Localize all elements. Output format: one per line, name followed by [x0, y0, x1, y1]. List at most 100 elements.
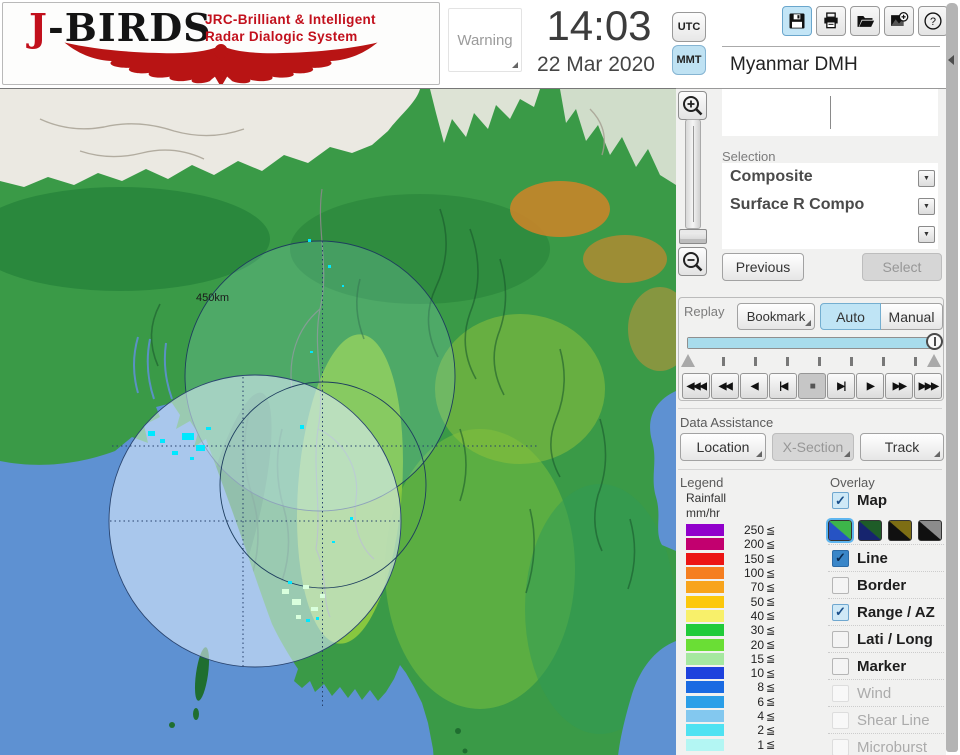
- legend-swatch: [686, 538, 724, 551]
- manual-button[interactable]: Manual: [880, 303, 943, 330]
- replay-slider-handle[interactable]: [926, 333, 943, 350]
- product-text-box[interactable]: [722, 89, 938, 136]
- svg-text:?: ?: [930, 16, 936, 28]
- timeline-tick: [722, 357, 725, 366]
- legend-row: 15 ≦: [686, 652, 806, 666]
- chevron-down-icon[interactable]: ▼: [918, 170, 935, 187]
- save-icon: [789, 13, 805, 29]
- legend-swatch: [686, 609, 724, 622]
- legend-label: Legend: [680, 475, 724, 490]
- step-back-button[interactable]: |◀: [769, 373, 797, 399]
- station-name: Myanmar DMH: [730, 54, 858, 75]
- x-section-button[interactable]: X-Section: [772, 433, 854, 461]
- map-style-black-gray[interactable]: [918, 519, 942, 541]
- print-icon: [824, 12, 838, 29]
- header: J-BIRDS JRC-Brilliant & Intelligent Rada…: [0, 0, 960, 88]
- add-image-icon: [891, 12, 909, 26]
- chevron-down-icon[interactable]: ▼: [918, 198, 935, 215]
- legend-row: 6 ≦: [686, 695, 806, 709]
- bookmark-button[interactable]: Bookmark: [737, 303, 815, 330]
- checkbox-border[interactable]: [832, 576, 849, 594]
- panel-collapse-strip[interactable]: [946, 3, 958, 752]
- clock-time: 14:03: [546, 2, 652, 49]
- dropdown-surface-r-compo[interactable]: Surface R Compo ▼: [722, 193, 938, 221]
- divider: [678, 408, 942, 409]
- legend-row: 20 ≦: [686, 637, 806, 652]
- legend-row: 2 ≦: [686, 723, 806, 737]
- fast-rewind-button[interactable]: ◀◀: [711, 373, 739, 399]
- legend-swatch: [686, 652, 724, 665]
- jump-end-button[interactable]: ▶▶▶: [914, 373, 942, 399]
- text-caret: [830, 96, 831, 129]
- play-reverse-button[interactable]: ◀: [740, 373, 768, 399]
- map-style-green-blue[interactable]: [826, 517, 854, 543]
- overlay-item-lati-long[interactable]: Lati / Long: [828, 625, 944, 652]
- legend-row: 150 ≦: [686, 552, 806, 566]
- range-start-marker[interactable]: [681, 354, 695, 367]
- checkbox-line[interactable]: ✓: [832, 549, 849, 567]
- overlay-item-border[interactable]: Border: [828, 571, 944, 598]
- overlay-item-range-az[interactable]: ✓ Range / AZ: [828, 598, 944, 625]
- previous-button[interactable]: Previous: [722, 253, 804, 281]
- play-button[interactable]: ▶: [856, 373, 884, 399]
- divider: [678, 469, 942, 470]
- legend-row: 50 ≦: [686, 594, 806, 609]
- zoom-out-button[interactable]: [678, 247, 707, 276]
- fast-forward-button[interactable]: ▶▶: [885, 373, 913, 399]
- checkbox-microburst: [832, 738, 849, 755]
- overlay-item-map[interactable]: ✓ Map: [828, 487, 944, 514]
- legend-row: 250 ≦: [686, 523, 806, 537]
- zoom-slider-rail: [693, 126, 694, 222]
- legend-row: 100 ≦: [686, 566, 806, 580]
- warning-button[interactable]: Warning: [448, 8, 522, 72]
- legend-swatch: [686, 595, 724, 608]
- map-style-picker: [826, 516, 944, 544]
- dropdown-surface-value: Surface R Compo: [730, 196, 865, 213]
- zoom-slider-track[interactable]: [685, 119, 701, 229]
- select-button[interactable]: Select: [862, 253, 942, 281]
- open-file-button[interactable]: [850, 6, 880, 36]
- step-forward-button[interactable]: ▶|: [827, 373, 855, 399]
- radar-map-canvas: 450km: [0, 89, 676, 755]
- timeline-tick: [882, 357, 885, 366]
- save-button[interactable]: [782, 6, 812, 36]
- location-button[interactable]: Location: [680, 433, 766, 461]
- help-icon: ?: [924, 12, 942, 30]
- dropdown-empty[interactable]: ▼: [722, 221, 938, 249]
- utc-button[interactable]: UTC: [672, 12, 706, 42]
- stop-button[interactable]: ■: [798, 373, 826, 399]
- checkbox-range-az[interactable]: ✓: [832, 603, 849, 621]
- replay-progress-track[interactable]: [687, 337, 937, 349]
- jump-start-button[interactable]: ◀◀◀: [682, 373, 710, 399]
- auto-button[interactable]: Auto: [820, 303, 881, 330]
- overlay-item-marker[interactable]: Marker: [828, 652, 944, 679]
- zoom-in-magnifier-icon: [682, 95, 702, 115]
- checkbox-map[interactable]: ✓: [832, 492, 849, 509]
- map-style-black-olive[interactable]: [888, 519, 912, 541]
- clock-date: 22 Mar 2020: [537, 53, 655, 76]
- eagle-icon: [64, 42, 378, 84]
- print-button[interactable]: [816, 6, 846, 36]
- dropdown-composite[interactable]: Composite ▼: [722, 165, 938, 193]
- map-style-navy-green[interactable]: [858, 519, 882, 541]
- legend-swatch: [686, 695, 724, 708]
- zoom-out-magnifier-icon: [682, 251, 702, 271]
- zoom-slider-thumb[interactable]: [679, 229, 707, 244]
- rainfall-legend: 250 ≦ 200 ≦ 150 ≦ 100 ≦ 70 ≦ 50 ≦ 40 ≦ 30 ≦ 20 ≦ …: [686, 523, 806, 752]
- track-button[interactable]: Track: [860, 433, 944, 461]
- checkbox-lati-long[interactable]: [832, 630, 849, 648]
- radar-map[interactable]: 450km: [0, 88, 676, 755]
- legend-swatch: [686, 567, 724, 580]
- mmt-button[interactable]: MMT: [672, 45, 706, 75]
- help-button[interactable]: ?: [918, 6, 948, 36]
- legend-swatch: [686, 710, 724, 722]
- data-assistance-label: Data Assistance: [680, 415, 774, 430]
- range-end-marker[interactable]: [927, 354, 941, 367]
- zoom-in-button[interactable]: [678, 91, 707, 120]
- checkbox-marker[interactable]: [832, 657, 849, 675]
- control-sidebar: Selection Composite ▼ Surface R Compo ▼ …: [676, 88, 946, 755]
- capture-button[interactable]: [884, 6, 914, 36]
- overlay-item-line[interactable]: ✓ Line: [828, 544, 944, 571]
- legend-swatch: [686, 552, 724, 565]
- chevron-down-icon[interactable]: ▼: [918, 226, 935, 243]
